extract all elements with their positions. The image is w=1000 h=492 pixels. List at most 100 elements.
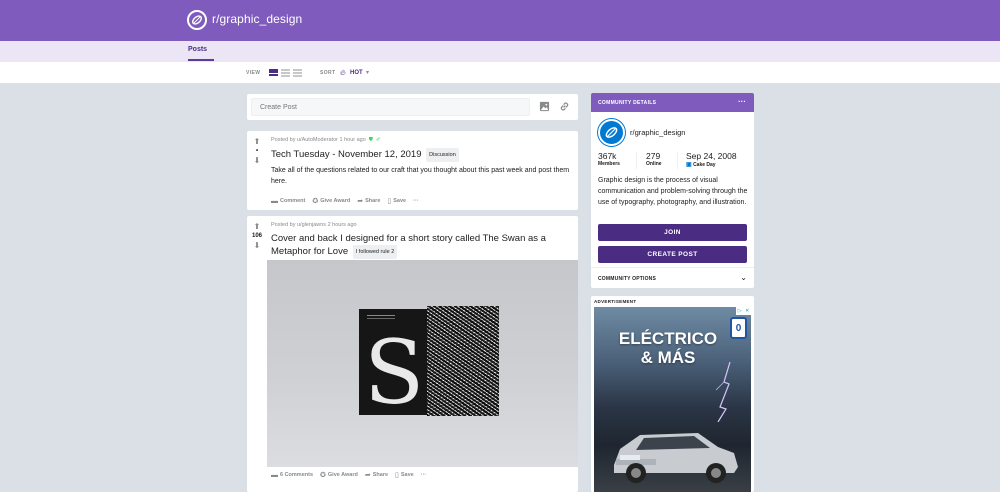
- vote-column: ⬆ 106 ⬇: [247, 222, 267, 251]
- view-card-icon[interactable]: [269, 69, 278, 77]
- ad-headline: ELÉCTRICO & MÁS: [608, 329, 728, 367]
- subreddit-banner: r/graphic_design: [0, 0, 1000, 41]
- cake-day-label-wrap: ▣ Cake Day: [686, 161, 737, 168]
- post-title-text[interactable]: Tech Tuesday - November 12, 2019: [271, 149, 422, 160]
- comment-button[interactable]: ▬ 6 Comments: [271, 471, 313, 479]
- share-button[interactable]: ➦ Share: [365, 471, 388, 479]
- share-icon: ➦: [364, 472, 371, 479]
- online-stat: 279 Online: [646, 151, 662, 167]
- save-button[interactable]: ▯ Save: [395, 471, 414, 479]
- award-label: Give Award: [320, 198, 351, 204]
- link-icon[interactable]: [559, 101, 570, 112]
- post-author-time[interactable]: Posted by u/AutoModerator 1 hour ago: [271, 137, 366, 143]
- save-label: Save: [400, 472, 414, 478]
- vote-score: •: [255, 148, 259, 154]
- downvote-icon[interactable]: ⬇: [247, 241, 267, 251]
- post-meta: Posted by u/AutoModerator 1 hour ago ⛊ ✐: [271, 137, 381, 144]
- community-options[interactable]: COMMUNITY OPTIONS ⌄: [591, 267, 754, 288]
- cake-day-value: Sep 24, 2008: [686, 151, 737, 161]
- post-author-time[interactable]: Posted by u/glenjawns 2 hours ago: [271, 222, 357, 228]
- cake-icon: ▣: [686, 162, 692, 168]
- share-label: Share: [372, 472, 389, 478]
- post-flair[interactable]: I followed rule 2: [352, 245, 398, 259]
- car-image: [614, 433, 738, 483]
- comment-label: Comment: [280, 198, 306, 204]
- community-details-title: COMMUNITY DETAILS: [598, 99, 657, 106]
- ad-choices-icon[interactable]: ▷ ✕: [736, 307, 751, 315]
- chevron-down-icon[interactable]: ⌄: [740, 273, 747, 282]
- community-details-card: COMMUNITY DETAILS ··· r/graphic_design 3…: [591, 93, 754, 288]
- vote-column: ⬆ • ⬇: [247, 137, 267, 166]
- cake-day-stat: Sep 24, 2008 ▣ Cake Day: [686, 151, 737, 168]
- chevron-down-icon[interactable]: ▾: [366, 69, 369, 76]
- post-flair[interactable]: Discussion: [426, 148, 459, 162]
- book-text-lines: [367, 315, 395, 319]
- close-icon[interactable]: ✕: [745, 308, 749, 314]
- lightning-icon: [715, 362, 731, 422]
- comment-button[interactable]: ▬ Comment: [271, 197, 305, 205]
- create-post-input[interactable]: [251, 98, 530, 116]
- share-button[interactable]: ➦ Share: [357, 197, 380, 205]
- ad-brand-badge: 0: [730, 317, 747, 339]
- sort-dropdown[interactable]: HOT: [350, 70, 363, 76]
- subreddit-title[interactable]: r/graphic_design: [212, 12, 302, 26]
- post-actions: ▬ Comment ✪ Give Award ➦ Share ▯ Save ···: [271, 197, 419, 206]
- bookmark-icon: ▯: [387, 198, 392, 205]
- post-image[interactable]: S: [267, 260, 578, 467]
- comment-icon: ▬: [271, 197, 278, 205]
- upvote-icon[interactable]: ⬆: [247, 222, 267, 232]
- cake-day-label: Cake Day: [693, 162, 716, 168]
- ad-headline-line-2: & MÁS: [640, 348, 696, 367]
- members-stat: 367k Members: [598, 151, 620, 167]
- online-label: Online: [646, 161, 662, 167]
- more-options-button[interactable]: ···: [421, 471, 427, 479]
- sort-label: SORT: [320, 70, 336, 76]
- give-award-button[interactable]: ✪ Give Award: [320, 471, 358, 479]
- post-title[interactable]: Cover and back I designed for a short st…: [271, 233, 571, 259]
- online-value: 279: [646, 151, 661, 161]
- tab-active-indicator: [188, 59, 214, 61]
- image-upload-icon[interactable]: [539, 101, 550, 112]
- stat-divider: [677, 152, 678, 169]
- shield-icon: ⛊: [368, 137, 373, 143]
- save-button[interactable]: ▯ Save: [387, 197, 406, 205]
- advertisement-label: ADVERTISEMENT: [594, 299, 637, 304]
- post-title-text[interactable]: Cover and back I designed for a short st…: [271, 233, 546, 257]
- share-icon: ➦: [357, 198, 364, 205]
- create-post-button[interactable]: CREATE POST: [598, 246, 747, 263]
- view-compact-icon[interactable]: [293, 69, 302, 77]
- upvote-icon[interactable]: ⬆: [247, 137, 267, 147]
- pin-icon: ✐: [375, 137, 381, 143]
- downvote-icon[interactable]: ⬇: [247, 156, 267, 166]
- advertisement-image[interactable]: ▷ ✕ 0 ELÉCTRICO & MÁS: [594, 307, 751, 492]
- join-button[interactable]: JOIN: [598, 224, 747, 241]
- view-classic-icon[interactable]: [281, 69, 290, 77]
- community-description: Graphic design is the process of visual …: [598, 177, 748, 206]
- book-front-cover: [427, 306, 499, 416]
- post-card[interactable]: ⬆ 106 ⬇ Posted by u/glenjawns 2 hours ag…: [247, 216, 578, 492]
- members-label: Members: [598, 161, 620, 167]
- share-label: Share: [365, 198, 381, 204]
- community-details-header: COMMUNITY DETAILS ···: [591, 93, 754, 112]
- post-meta: Posted by u/glenjawns 2 hours ago: [271, 222, 357, 228]
- tab-posts[interactable]: Posts: [188, 46, 207, 53]
- give-award-button[interactable]: ✪ Give Award: [312, 197, 350, 205]
- comment-label: 6 Comments: [280, 472, 314, 478]
- community-name[interactable]: r/graphic_design: [630, 128, 685, 137]
- post-title[interactable]: Tech Tuesday - November 12, 2019 Discuss…: [271, 148, 571, 162]
- community-avatar[interactable]: [598, 119, 625, 146]
- more-options-button[interactable]: ···: [738, 97, 746, 106]
- view-sort-bar: VIEW SORT 🔥︎ HOT ▾: [0, 62, 1000, 83]
- book-letter-s: S: [364, 321, 425, 424]
- post-actions: ▬ 6 Comments ✪ Give Award ➦ Share ▯ Save ···: [271, 471, 427, 480]
- bookmark-icon: ▯: [395, 472, 399, 479]
- advertisement-card: ADVERTISEMENT ▷ ✕ 0 ELÉCTRICO & MÁS: [591, 296, 754, 492]
- award-icon: ✪: [320, 472, 326, 479]
- vote-score: 106: [251, 233, 262, 239]
- post-card[interactable]: ⬆ • ⬇ Posted by u/AutoModerator 1 hour a…: [247, 131, 578, 210]
- subreddit-icon[interactable]: [187, 10, 207, 30]
- community-options-label: COMMUNITY OPTIONS: [598, 276, 657, 282]
- flame-icon: 🔥︎: [340, 68, 346, 77]
- more-options-button[interactable]: ···: [413, 197, 419, 205]
- comment-icon: ▬: [271, 471, 278, 479]
